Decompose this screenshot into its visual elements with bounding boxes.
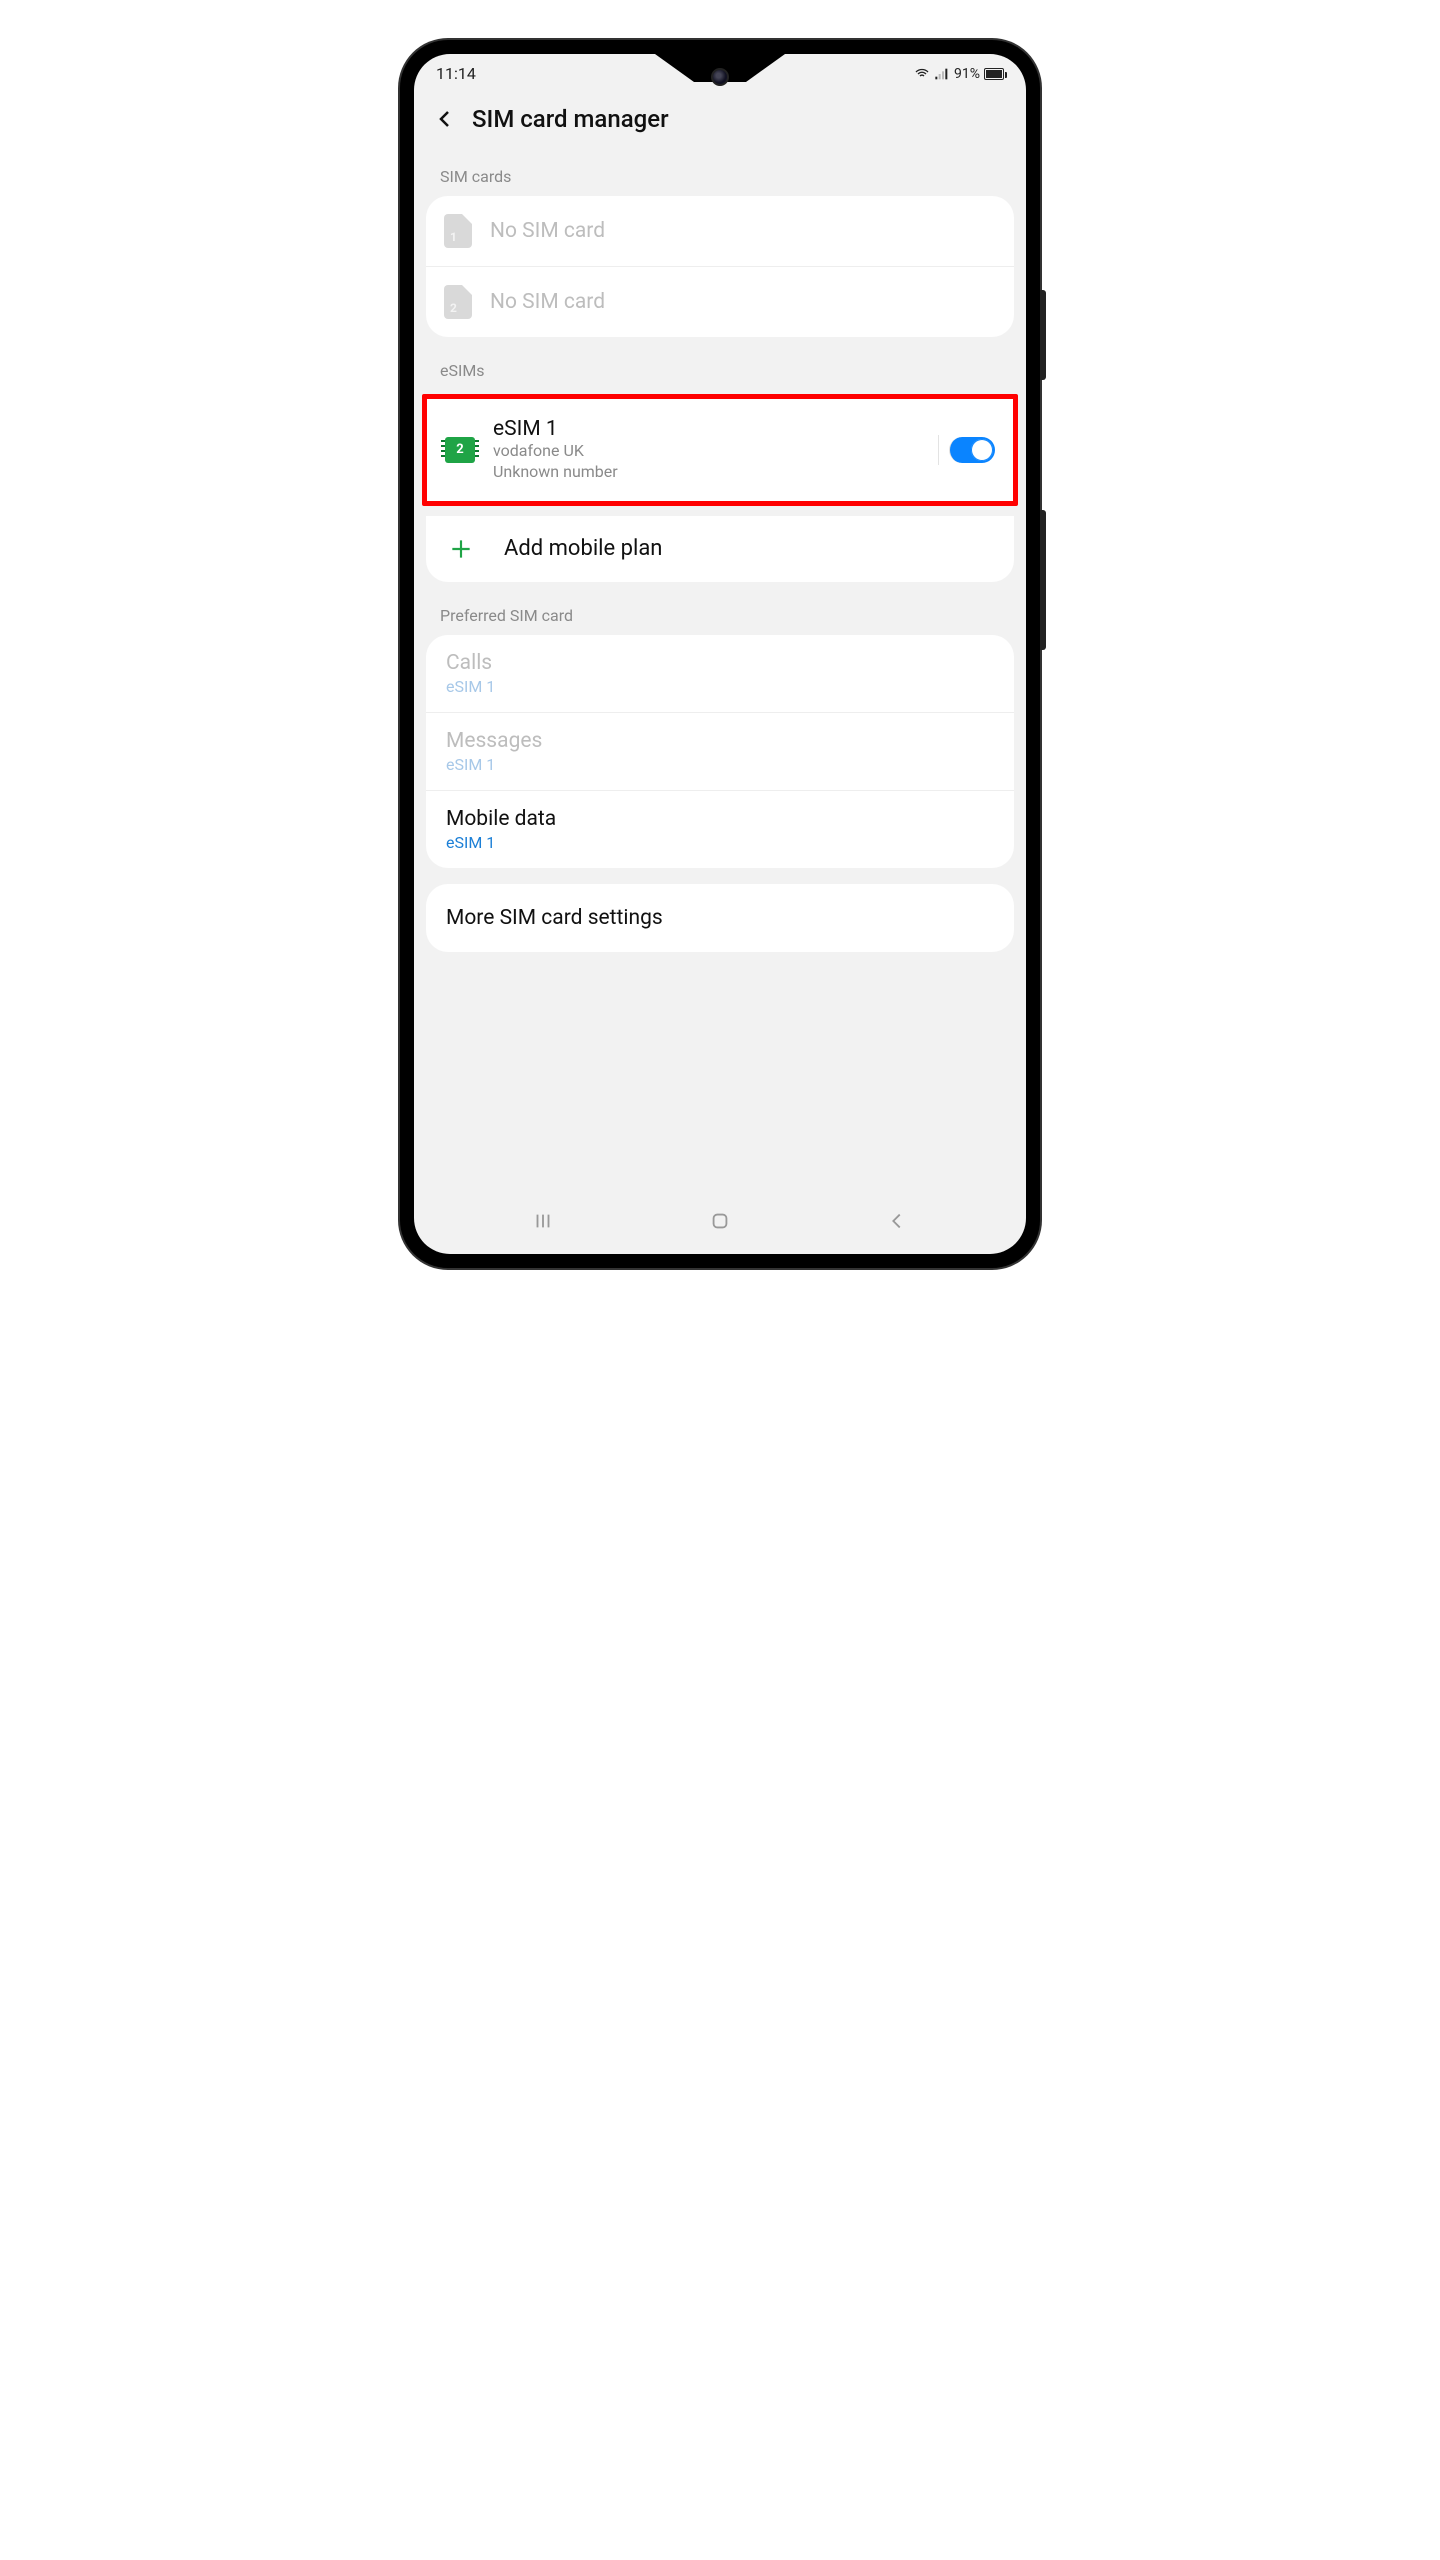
preferred-calls[interactable]: Calls eSIM 1 [426, 635, 1014, 712]
section-label-esims: eSIMs [414, 353, 1026, 390]
preferred-card: Calls eSIM 1 Messages eSIM 1 Mobile data… [426, 635, 1014, 868]
esim-toggle[interactable] [949, 437, 995, 463]
sim-cards-card: 1 No SIM card 2 No SIM card [426, 196, 1014, 337]
spacer [414, 968, 1026, 1098]
sim-icon: 2 [444, 285, 472, 319]
back-button[interactable] [432, 106, 458, 132]
side-button-2 [1040, 510, 1046, 650]
add-plan-card: Add mobile plan [426, 516, 1014, 582]
esim-carrier: vodafone UK [493, 441, 920, 462]
side-button-1 [1040, 290, 1046, 380]
esim-card: 2 eSIM 1 vodafone UK Unknown number [427, 399, 1013, 501]
sim-slot-number: 2 [450, 301, 457, 315]
back-icon [886, 1210, 908, 1232]
chevron-left-icon [433, 107, 457, 131]
pref-data-label: Mobile data [446, 807, 994, 831]
sim-slot-1[interactable]: 1 No SIM card [426, 196, 1014, 266]
pref-messages-value: eSIM 1 [446, 755, 994, 774]
status-time: 11:14 [436, 64, 476, 83]
app-header: SIM card manager [414, 89, 1026, 159]
status-indicators: 91% [914, 66, 1004, 82]
recents-icon [532, 1210, 554, 1232]
toggle-separator [938, 435, 939, 465]
preferred-messages[interactable]: Messages eSIM 1 [426, 712, 1014, 790]
nav-home[interactable] [709, 1210, 731, 1236]
front-camera [711, 68, 729, 86]
section-label-sim-cards: SIM cards [414, 159, 1026, 196]
battery-percent: 91% [954, 66, 980, 82]
esim-name: eSIM 1 [493, 417, 920, 441]
pref-calls-label: Calls [446, 651, 994, 675]
sim-slot-number: 1 [450, 230, 457, 244]
home-icon [709, 1210, 731, 1232]
screen: 11:14 91% SIM card manager SIM cards 1 N… [414, 54, 1026, 1254]
more-sim-settings[interactable]: More SIM card settings [426, 884, 1014, 952]
esim-row[interactable]: 2 eSIM 1 vodafone UK Unknown number [427, 399, 1013, 501]
pref-messages-label: Messages [446, 729, 994, 753]
add-mobile-plan[interactable]: Add mobile plan [426, 516, 1014, 582]
section-label-preferred: Preferred SIM card [414, 598, 1026, 635]
esim-number: Unknown number [493, 462, 920, 483]
esim-chip-number: 2 [456, 442, 463, 457]
add-plan-label: Add mobile plan [504, 536, 662, 561]
sim-slot-text: No SIM card [490, 219, 996, 243]
pref-data-value: eSIM 1 [446, 833, 994, 852]
phone-frame: 11:14 91% SIM card manager SIM cards 1 N… [400, 40, 1040, 1268]
pref-calls-value: eSIM 1 [446, 677, 994, 696]
plus-icon [448, 536, 474, 562]
preferred-mobile-data[interactable]: Mobile data eSIM 1 [426, 790, 1014, 868]
page-title: SIM card manager [472, 105, 669, 133]
esim-info: eSIM 1 vodafone UK Unknown number [493, 417, 920, 483]
sim-slot-2[interactable]: 2 No SIM card [426, 266, 1014, 337]
battery-icon [984, 68, 1004, 80]
esim-toggle-wrap [938, 435, 995, 465]
sim-slot-text: No SIM card [490, 290, 996, 314]
nav-back[interactable] [886, 1210, 908, 1236]
more-settings-label: More SIM card settings [446, 906, 663, 930]
signal-icon [934, 66, 950, 82]
highlight-annotation: 2 eSIM 1 vodafone UK Unknown number [422, 394, 1018, 506]
nav-recents[interactable] [532, 1210, 554, 1236]
esim-chip-icon: 2 [445, 437, 475, 463]
wifi-icon [914, 66, 930, 82]
navigation-bar [414, 1196, 1026, 1254]
sim-icon: 1 [444, 214, 472, 248]
more-settings-card: More SIM card settings [426, 884, 1014, 952]
